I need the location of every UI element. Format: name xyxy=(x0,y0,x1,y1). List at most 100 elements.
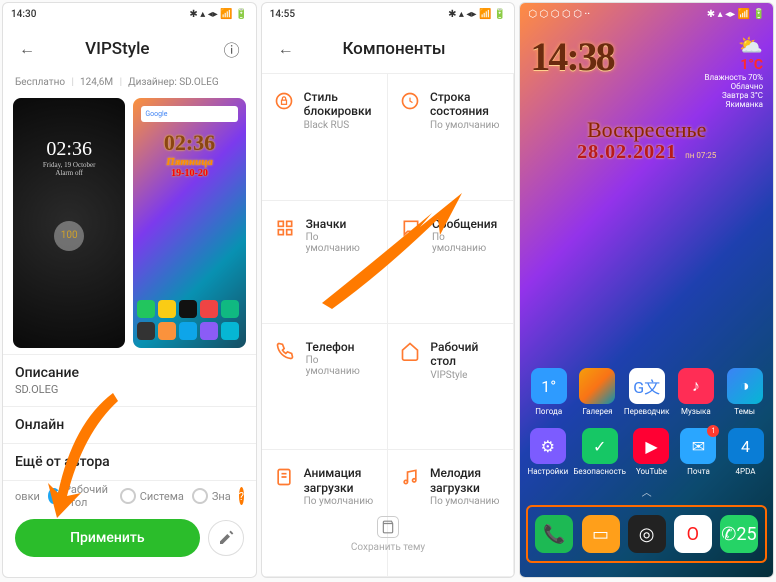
app-row-2: ⚙Настройки✓Безопасность▶YouTube✉1Почта44… xyxy=(520,422,773,482)
chip-desktop[interactable]: Рабочий стол xyxy=(48,483,112,509)
app-Почта[interactable]: ✉1Почта xyxy=(677,428,720,476)
chip-icons-label: Зна xyxy=(212,490,231,503)
app-Погода[interactable]: 1° Погода xyxy=(526,368,571,416)
preview2-day: Пятница xyxy=(133,156,245,168)
app-icon xyxy=(579,368,615,404)
header: ← Компоненты xyxy=(262,25,515,73)
section-description: Описание SD.OLEG xyxy=(3,354,256,406)
statusbar: 14:55 ✱ ▴ ◂▸ 📶 🔋 xyxy=(262,3,515,25)
component-cell-phone[interactable]: ТелефонПо умолчанию xyxy=(262,324,388,451)
back-icon[interactable]: ← xyxy=(13,35,41,63)
audio-icon xyxy=(400,466,420,488)
fingerprint-icon: 100 xyxy=(54,221,84,251)
mix-button[interactable] xyxy=(208,520,244,556)
statusbar-icons-left: ⬡ ⬡ ⬡ ⬡ ⬡ ·· xyxy=(528,9,590,20)
app-Настройки[interactable]: ⚙Настройки xyxy=(526,428,569,476)
app-Музыка[interactable]: ♪Музыка xyxy=(673,368,718,416)
cell-title: Значки xyxy=(306,217,375,231)
app-label: Музыка xyxy=(673,407,718,416)
help-icon[interactable]: ? xyxy=(239,487,244,505)
section-desc-body: SD.OLEG xyxy=(15,383,244,396)
screen-home-applied: ⬡ ⬡ ⬡ ⬡ ⬡ ·· ✱ ▴ ◂▸ 📶 🔋 14:38 ⛅ 1°С Влаж… xyxy=(519,2,774,578)
weather-cloud-icon: ⛅ xyxy=(705,33,763,57)
preview2-search: Google xyxy=(141,106,237,122)
clock-weather-widget[interactable]: 14:38 ⛅ 1°С Влажность 70% Облачно Завтра… xyxy=(520,25,773,117)
preview2-date: 19-10-20 xyxy=(133,168,245,179)
save-theme-button[interactable]: Сохранить тему xyxy=(262,516,515,553)
component-cell-home[interactable]: Рабочий столVIPStyle xyxy=(388,324,514,451)
preview-homescreen[interactable]: Google 02:36 Пятница 19-10-20 xyxy=(133,98,245,348)
preview1-date: Friday, 19 October xyxy=(13,161,125,169)
dock-app-icon[interactable]: ✆25 xyxy=(720,515,758,553)
badge: 25 xyxy=(736,524,756,545)
radio-unchecked-icon xyxy=(120,488,136,504)
status-icon xyxy=(400,90,420,112)
cell-sub: По умолчанию xyxy=(430,496,501,507)
component-cell-anim[interactable]: Анимация загрузкиПо умолчанию xyxy=(262,450,388,577)
chip-desktop-label: Рабочий стол xyxy=(64,483,112,509)
component-cell-status[interactable]: Строка состоянияПо умолчанию xyxy=(388,74,514,201)
cell-title: Мелодия загрузки xyxy=(430,466,501,495)
page-title: Компоненты xyxy=(308,39,481,59)
app-Галерея[interactable]: Галерея xyxy=(575,368,620,416)
dock-app-icon[interactable]: O xyxy=(674,515,712,553)
chat-icon xyxy=(400,217,422,239)
chip-icons-partial[interactable]: Зна xyxy=(192,488,231,504)
app-icon: ✓ xyxy=(582,428,618,464)
app-4PDA[interactable]: 44PDA xyxy=(724,428,767,476)
preview1-clock: 02:36 xyxy=(13,138,125,161)
section-online[interactable]: Онлайн xyxy=(3,406,256,443)
meta-designer: Дизайнер: SD.OLEG xyxy=(128,77,223,88)
app-Переводчик[interactable]: G文Переводчик xyxy=(624,368,670,416)
cell-title: Телефон xyxy=(306,340,375,354)
app-icon: ◑ xyxy=(727,368,763,404)
app-label: Погода xyxy=(526,407,571,416)
weather-sunrise: пн 07:25 xyxy=(685,151,716,160)
widget-weather: ⛅ 1°С Влажность 70% Облачно Завтра 3°С Я… xyxy=(705,33,763,109)
section-online-title: Онлайн xyxy=(15,417,244,433)
cell-sub: По умолчанию xyxy=(306,355,375,377)
dock: 📞▭◎O✆25 xyxy=(526,505,767,563)
component-cell-audio[interactable]: Мелодия загрузкиПо умолчанию xyxy=(388,450,514,577)
statusbar: ⬡ ⬡ ⬡ ⬡ ⬡ ·· ✱ ▴ ◂▸ 📶 🔋 xyxy=(520,3,773,25)
app-YouTube[interactable]: ▶YouTube xyxy=(630,428,673,476)
dock-app-icon[interactable]: ◎ xyxy=(628,515,666,553)
app-label: Темы xyxy=(722,407,767,416)
edit-icon xyxy=(218,530,234,546)
preview2-iconrow2 xyxy=(137,300,241,318)
preview2-clock: 02:36 xyxy=(133,130,245,156)
app-Безопасность[interactable]: ✓Безопасность xyxy=(573,428,626,476)
app-row-1: 1° Погода ГалереяG文Переводчик♪Музыка◑ Темы xyxy=(520,362,773,422)
app-icon: 1° xyxy=(531,368,567,404)
app-icon: ⚙ xyxy=(530,428,566,464)
component-chips: овки Рабочий стол Система Зна ? xyxy=(15,483,244,509)
dock-app-icon[interactable]: 📞 xyxy=(535,515,573,553)
drawer-handle-icon[interactable]: ︿ xyxy=(520,484,773,499)
app-Темы[interactable]: ◑ Темы xyxy=(722,368,767,416)
back-icon[interactable]: ← xyxy=(272,35,300,63)
app-label: 4PDA xyxy=(724,467,767,476)
section-more-from-author[interactable]: Ещё от автора xyxy=(3,443,256,481)
cell-sub: По умолчанию xyxy=(432,232,501,254)
preview-lockscreen[interactable]: 02:36 Friday, 19 October Alarm off 100 xyxy=(13,98,125,348)
component-cell-chat[interactable]: СообщенияПо умолчанию xyxy=(388,201,514,324)
chip-partial-left-label: овки xyxy=(15,490,40,503)
chip-partial-left[interactable]: овки xyxy=(15,490,40,503)
widget-date: 28.02.2021 xyxy=(577,141,677,164)
chip-system[interactable]: Система xyxy=(120,488,184,504)
radio-unchecked-icon xyxy=(192,488,208,504)
info-icon[interactable]: ⓘ xyxy=(218,35,246,63)
component-cell-lock[interactable]: Стиль блокировкиBlack RUS xyxy=(262,74,388,201)
component-cell-icons[interactable]: ЗначкиПо умолчанию xyxy=(262,201,388,324)
app-label: YouTube xyxy=(630,467,673,476)
apply-button[interactable]: Применить xyxy=(15,519,200,557)
lock-icon xyxy=(274,90,294,112)
app-icon: G文 xyxy=(629,368,665,404)
apply-bar: овки Рабочий стол Система Зна ? Применит… xyxy=(3,483,256,557)
theme-previews: 02:36 Friday, 19 October Alarm off 100 G… xyxy=(3,92,256,354)
statusbar-time: 14:30 xyxy=(11,9,36,20)
dock-app-icon[interactable]: ▭ xyxy=(582,515,620,553)
section-more-title: Ещё от автора xyxy=(15,454,244,470)
app-label: Почта xyxy=(677,467,720,476)
cell-title: Анимация загрузки xyxy=(304,466,375,495)
